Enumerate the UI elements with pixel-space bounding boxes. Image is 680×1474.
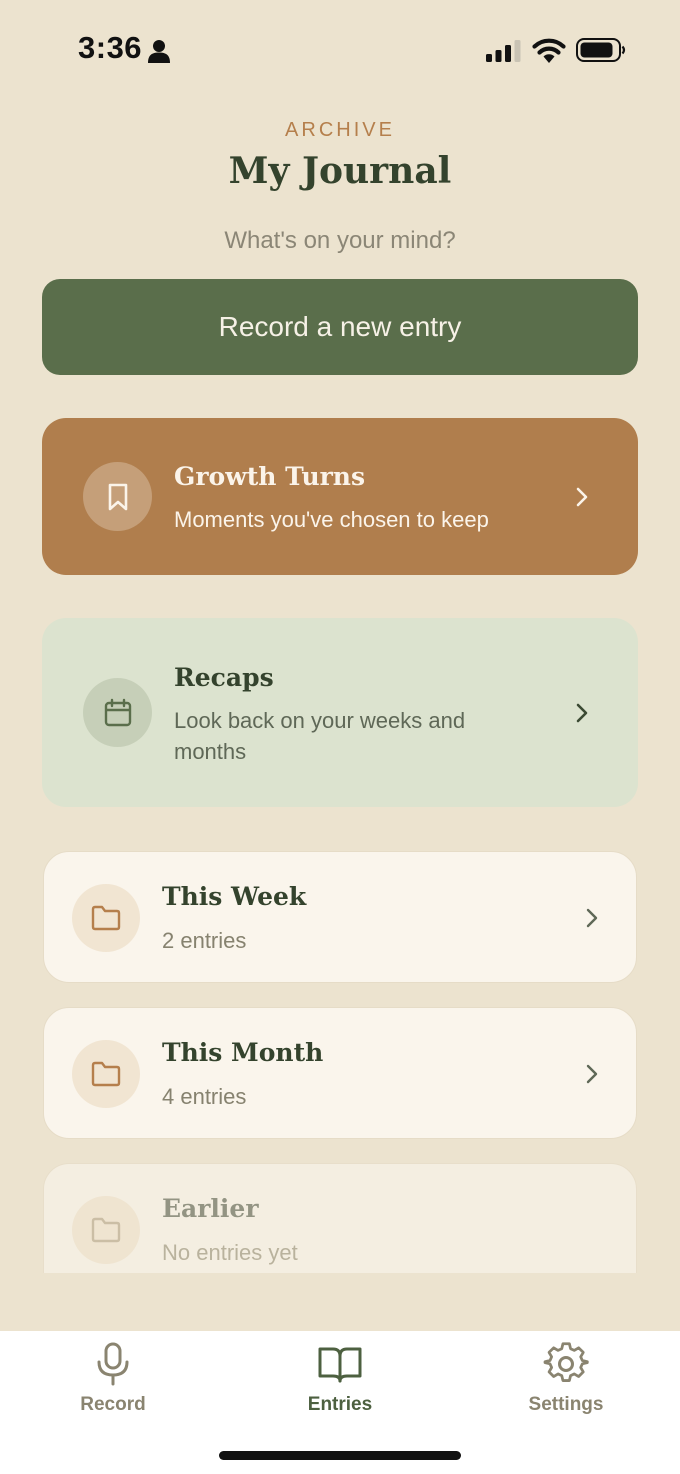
home-indicator (219, 1451, 461, 1460)
recaps-description: Look back on your weeks and months (174, 708, 466, 764)
folder-icon (91, 1217, 121, 1243)
chevron-right-icon (586, 1064, 598, 1084)
tab-settings[interactable]: Settings (486, 1341, 646, 1421)
growth-turns-title: Growth Turns (174, 462, 366, 491)
growth-turns-icon-circle (83, 462, 152, 531)
folder-row-this-week[interactable]: This Week 2 entries (43, 851, 637, 983)
gear-icon (543, 1342, 589, 1382)
microphone-icon (97, 1342, 129, 1386)
tab-record-label: Record (80, 1394, 146, 1415)
folder-icon-circle (72, 1040, 140, 1108)
tab-entries[interactable]: Entries (260, 1341, 420, 1421)
folder-entry-count: No entries yet (162, 1240, 298, 1265)
tab-bar: Record Entries Settings (0, 1331, 680, 1474)
folder-icon-circle (72, 884, 140, 952)
cellular-signal-icon (486, 40, 521, 62)
tab-record[interactable]: Record (33, 1341, 193, 1421)
chevron-right-icon (576, 703, 588, 723)
tab-settings-label: Settings (528, 1394, 604, 1415)
folder-row-this-month[interactable]: This Month 4 entries (43, 1007, 637, 1139)
archive-overline: ARCHIVE (285, 119, 395, 141)
recaps-icon-circle (83, 678, 152, 747)
page-title: My Journal (228, 150, 452, 192)
growth-turns-description: Moments you've chosen to keep (174, 507, 489, 532)
bookmark-icon (108, 483, 127, 510)
calendar-icon (104, 698, 131, 726)
status-time: 3:36 (78, 30, 143, 65)
folder-icon (91, 1061, 121, 1087)
open-book-icon (318, 1347, 362, 1383)
recaps-card[interactable]: Recaps Look back on your weeks and month… (42, 618, 638, 807)
folder-title: This Month (162, 1038, 324, 1067)
chevron-right-icon (586, 908, 598, 928)
recaps-title: Recaps (174, 663, 274, 692)
status-bar: 3:36 (0, 0, 680, 100)
growth-turns-card[interactable]: Growth Turns Moments you've chosen to ke… (42, 418, 638, 575)
record-new-entry-button[interactable]: Record a new entry (42, 279, 638, 375)
chevron-right-icon (576, 487, 588, 507)
record-new-entry-label: Record a new entry (218, 311, 462, 342)
page-subtitle: What's on your mind? (224, 227, 456, 254)
folder-title: Earlier (162, 1194, 259, 1223)
folder-row-earlier: Earlier No entries yet (43, 1163, 637, 1273)
folder-icon (91, 905, 121, 931)
folder-entry-count: 4 entries (162, 1084, 247, 1109)
folder-entry-count: 2 entries (162, 928, 247, 953)
folder-title: This Week (162, 882, 307, 911)
person-icon (148, 40, 170, 63)
tab-entries-label: Entries (307, 1394, 373, 1415)
wifi-icon (532, 38, 566, 63)
battery-icon (576, 38, 626, 62)
folder-icon-circle (72, 1196, 140, 1264)
